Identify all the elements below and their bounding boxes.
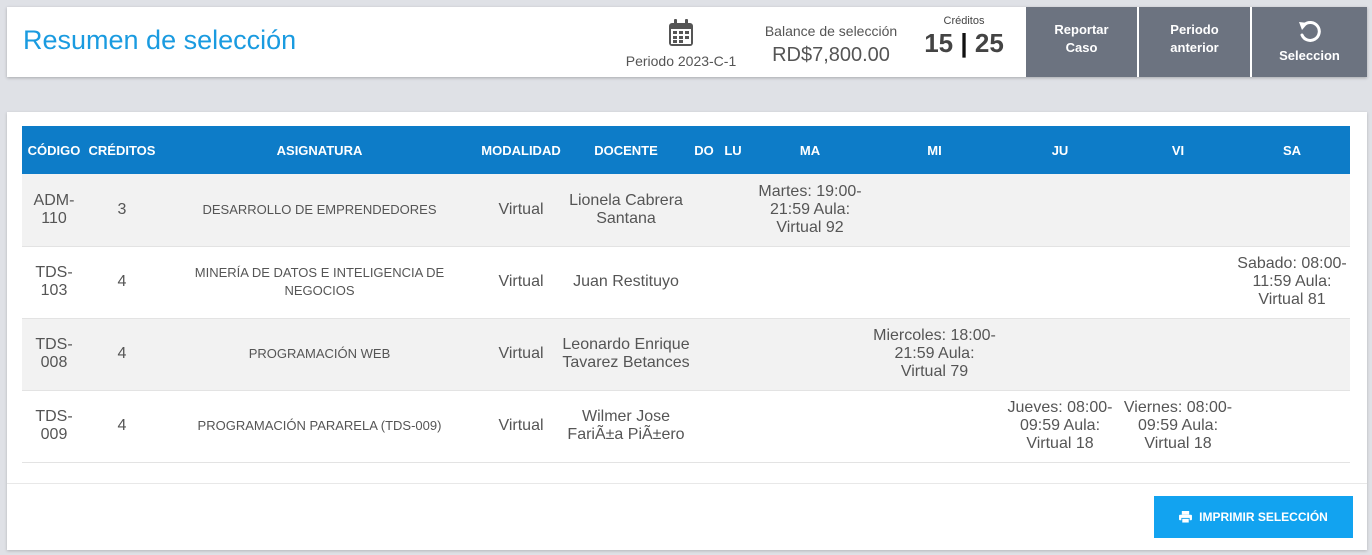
report-case-line1: Reportar <box>1054 22 1109 37</box>
cell-ma <box>749 318 871 390</box>
col-header-mi: MI <box>927 142 942 158</box>
cell-ju <box>998 174 1122 246</box>
cell-sa <box>1234 318 1350 390</box>
cell-subject: PROGRAMACIÓN WEB <box>248 346 391 361</box>
printer-icon <box>1179 511 1193 523</box>
table-header-row: CÓDIGO CRÉDITOS ASIGNATURA MODALIDAD DOC… <box>22 126 1350 174</box>
col-header-do: DO <box>694 142 714 158</box>
cell-mode: Virtual <box>498 417 544 434</box>
col-header-codigo: CÓDIGO <box>27 142 81 158</box>
col-header-docente: DOCENTE <box>594 142 658 158</box>
cell-ju <box>998 246 1122 318</box>
credits-separator: | <box>960 28 968 58</box>
selection-label: Seleccion <box>1279 48 1340 63</box>
cell-lu <box>717 246 749 318</box>
cell-credits: 4 <box>117 273 127 290</box>
print-selection-label: IMPRIMIR SELECCIÓN <box>1199 510 1328 524</box>
cell-ma <box>749 390 871 462</box>
col-header-ma: MA <box>799 142 821 158</box>
footer-divider <box>7 483 1367 484</box>
cell-code: TDS-008 <box>35 336 73 371</box>
cell-sa <box>1234 174 1350 246</box>
credits-used: 15 <box>924 28 954 58</box>
credits-total: 25 <box>974 28 1004 58</box>
col-header-creditos: CRÉDITOS <box>88 142 156 158</box>
cell-sa <box>1234 390 1350 462</box>
balance-info: Balance de selección RD$7,800.00 <box>749 23 913 67</box>
cell-teacher: Lionela Cabrera Santana <box>569 191 683 227</box>
col-header-vi: VI <box>1171 142 1185 158</box>
cell-code: TDS-103 <box>35 264 73 299</box>
cell-ma <box>749 246 871 318</box>
cell-vi <box>1122 246 1234 318</box>
cell-credits: 3 <box>117 200 127 218</box>
report-case-line2: Caso <box>1065 40 1098 55</box>
previous-period-line1: Periodo <box>1170 22 1219 37</box>
cell-do <box>691 174 717 246</box>
cell-do <box>691 390 717 462</box>
cell-vi <box>1122 174 1234 246</box>
period-info: Periodo 2023-C-1 <box>621 19 741 69</box>
col-header-asignatura: ASIGNATURA <box>276 142 363 158</box>
period-label: Periodo 2023-C-1 <box>625 53 737 69</box>
cell-mi <box>871 246 998 318</box>
table-row: TDS-009 4 PROGRAMACIÓN PARARELA (TDS-009… <box>22 390 1350 462</box>
cell-lu <box>717 318 749 390</box>
balance-label: Balance de selección <box>764 23 898 39</box>
header-bar: Resumen de selección Periodo 2023-C-1 Ba… <box>7 7 1367 77</box>
selection-card: CÓDIGO CRÉDITOS ASIGNATURA MODALIDAD DOC… <box>7 112 1367 550</box>
cell-credits: 4 <box>117 417 127 434</box>
col-header-modalidad: MODALIDAD <box>481 142 561 158</box>
print-selection-button[interactable]: IMPRIMIR SELECCIÓN <box>1154 496 1353 538</box>
previous-period-line2: anterior <box>1170 40 1219 55</box>
cell-credits: 4 <box>117 345 127 362</box>
table-row: ADM-110 3 DESARROLLO DE EMPRENDEDORES Vi… <box>22 174 1350 246</box>
cell-mode: Virtual <box>498 200 544 218</box>
cell-teacher: Leonardo Enrique Tavarez Betances <box>562 336 690 371</box>
table-row: TDS-103 4 MINERÍA DE DATOS E INTELIGENCI… <box>22 246 1350 318</box>
cell-lu <box>717 390 749 462</box>
cell-teacher: Juan Restituyo <box>573 273 679 290</box>
cell-lu <box>717 174 749 246</box>
report-case-button[interactable]: Reportar Caso <box>1026 7 1137 77</box>
cell-teacher: Wilmer Jose FariÃ±a PiÃ±ero <box>567 408 685 443</box>
cell-vi: Viernes: 08:00-09:59 Aula: Virtual 18 <box>1123 399 1233 452</box>
cell-mi: Miercoles: 18:00-21:59 Aula: Virtual 79 <box>873 327 996 380</box>
credits-info: Créditos 15 | 25 <box>912 15 1016 59</box>
cell-mode: Virtual <box>498 345 544 362</box>
cell-do <box>691 246 717 318</box>
cell-do <box>691 318 717 390</box>
balance-value: RD$7,800.00 <box>772 44 890 66</box>
col-header-sa: SA <box>1282 142 1302 158</box>
cell-sa: Sabado: 08:00-11:59 Aula: Virtual 81 <box>1237 255 1347 308</box>
cell-mi <box>871 174 998 246</box>
cell-vi <box>1122 318 1234 390</box>
selection-table: CÓDIGO CRÉDITOS ASIGNATURA MODALIDAD DOC… <box>22 126 1350 463</box>
cell-subject: PROGRAMACIÓN PARARELA (TDS-009) <box>197 418 442 433</box>
credits-label: Créditos <box>943 15 985 27</box>
cell-code: ADM-110 <box>33 191 75 227</box>
cell-ju <box>998 318 1122 390</box>
selection-button[interactable]: Seleccion <box>1252 7 1367 77</box>
cell-mode: Virtual <box>498 273 544 290</box>
col-header-lu: LU <box>724 142 742 158</box>
cell-subject: DESARROLLO DE EMPRENDEDORES <box>202 201 437 217</box>
cell-code: TDS-009 <box>35 408 73 443</box>
table-row: TDS-008 4 PROGRAMACIÓN WEB Virtual Leona… <box>22 318 1350 390</box>
cell-mi <box>871 390 998 462</box>
cell-ju: Jueves: 08:00-09:59 Aula: Virtual 18 <box>1007 399 1113 452</box>
credits-value: 15 | 25 <box>912 28 1016 59</box>
col-header-ju: JU <box>1051 142 1069 158</box>
cell-subject: MINERÍA DE DATOS E INTELIGENCIA DE NEGOC… <box>194 265 445 298</box>
undo-icon <box>1298 20 1321 42</box>
calendar-icon <box>669 19 693 46</box>
cell-ma: Martes: 19:00-21:59 Aula: Virtual 92 <box>758 182 862 236</box>
page-title: Resumen de selección <box>23 25 297 55</box>
previous-period-button[interactable]: Periodo anterior <box>1139 7 1250 77</box>
